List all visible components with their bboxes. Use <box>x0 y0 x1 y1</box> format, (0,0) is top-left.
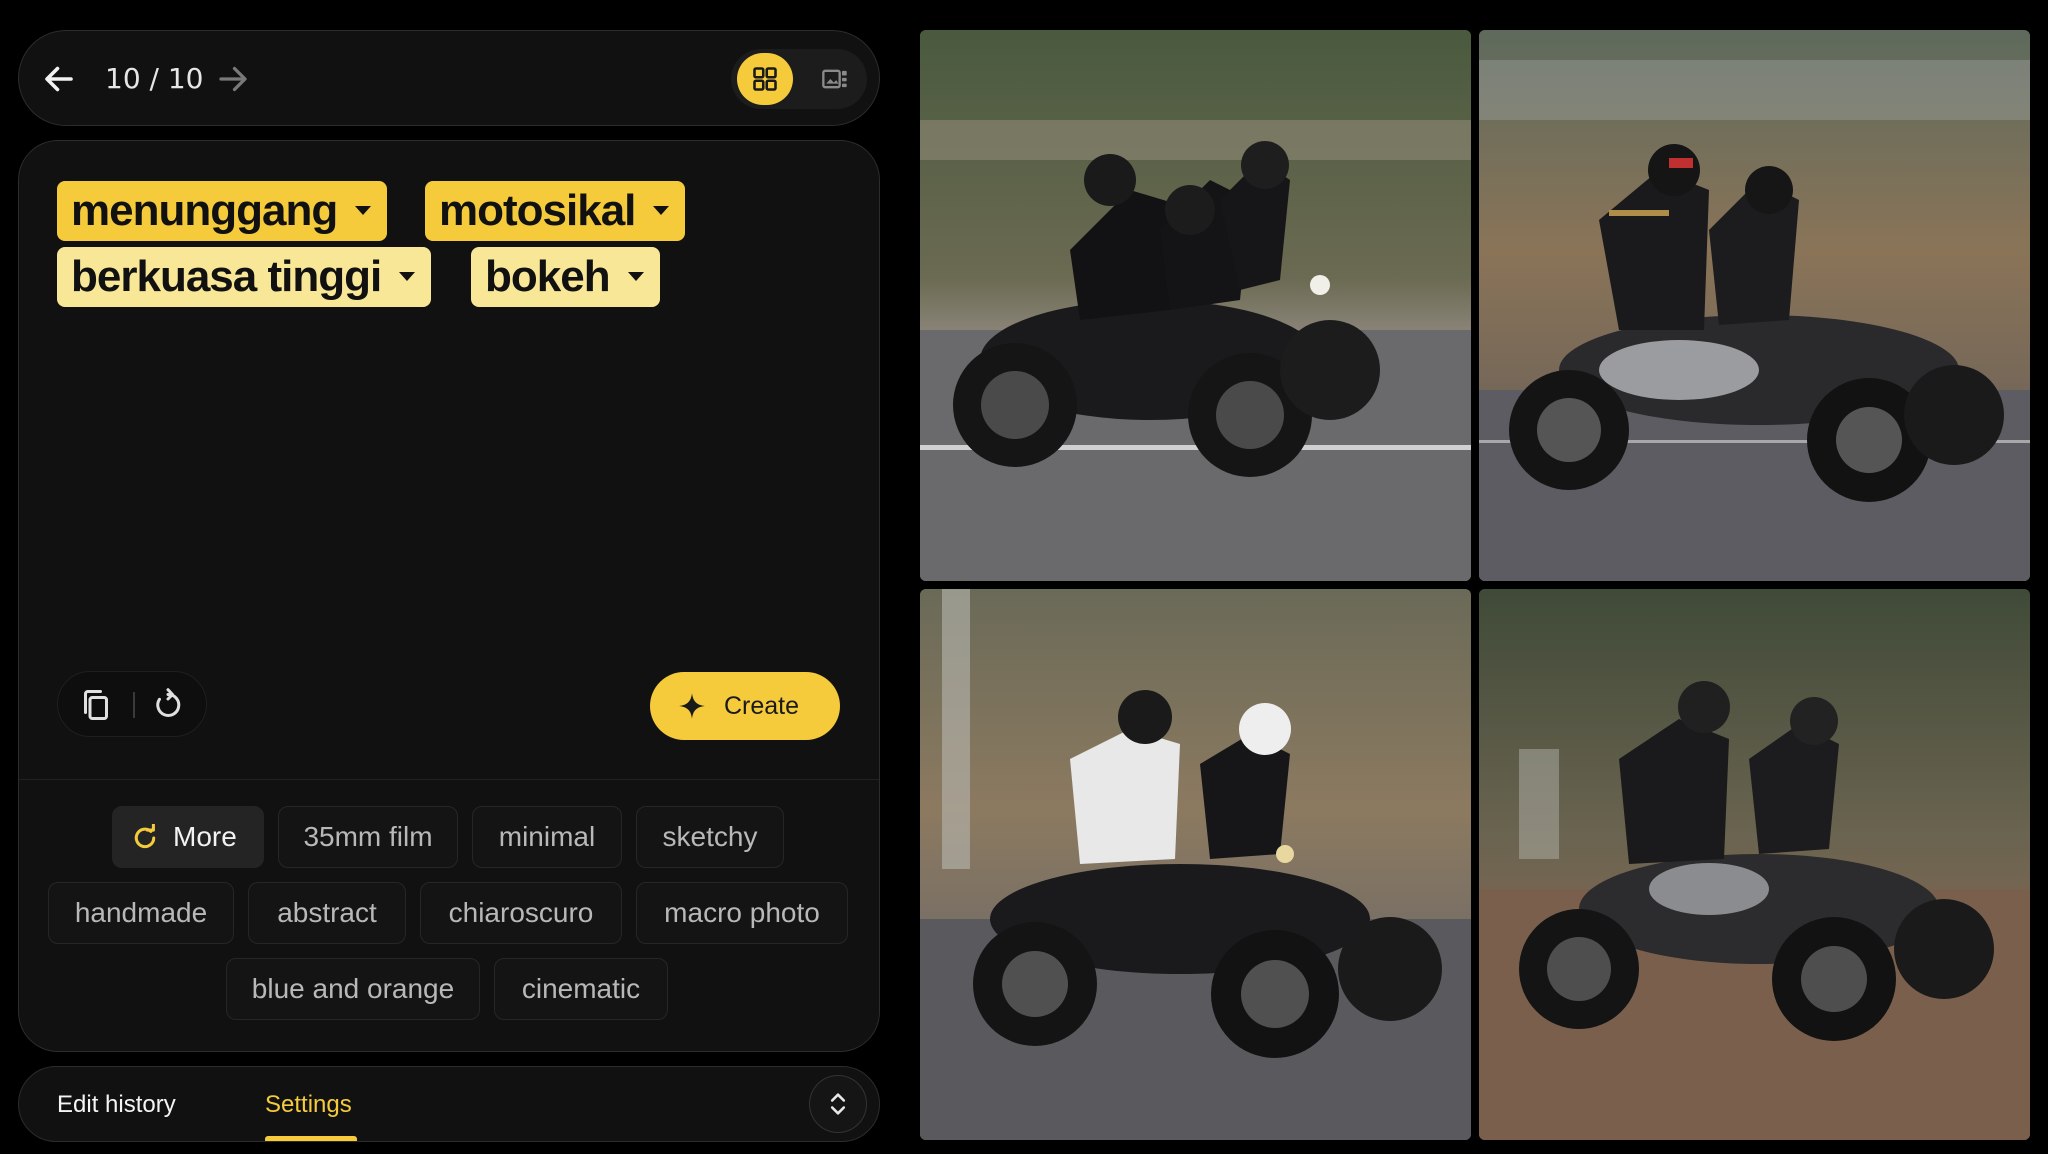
suggestion-chip[interactable]: sketchy <box>636 806 784 868</box>
prompt-chip-text: bokeh <box>485 252 611 301</box>
view-toggle <box>731 49 867 109</box>
prompt-chip[interactable]: bokeh <box>471 247 660 307</box>
copy-icon <box>84 690 108 720</box>
bottom-tabs: Edit history Settings <box>18 1066 880 1142</box>
arrow-right-icon <box>219 66 247 92</box>
chevron-down-icon <box>399 272 416 281</box>
motorcycle-photo <box>1479 589 2030 1140</box>
create-button[interactable]: Create <box>650 672 840 740</box>
generated-image-4[interactable] <box>1479 589 2030 1140</box>
expand-panel-button[interactable] <box>809 1075 867 1133</box>
prompt-chip[interactable]: motosikal <box>425 181 686 241</box>
prompt-chip-text: motosikal <box>439 186 636 235</box>
suggestion-chip[interactable]: chiaroscuro <box>420 882 622 944</box>
suggestion-chip[interactable]: blue and orange <box>226 958 480 1020</box>
generated-image-1[interactable] <box>920 30 1471 581</box>
single-view-icon <box>822 69 847 89</box>
suggestion-chip[interactable]: 35mm film <box>278 806 458 868</box>
unfold-icon <box>830 1093 846 1115</box>
prompt-chip[interactable]: menunggang <box>57 181 388 241</box>
arrow-left-icon <box>45 66 73 92</box>
grid-view-icon <box>753 67 777 91</box>
tab-settings[interactable]: Settings <box>265 1067 352 1141</box>
create-button-label: Create <box>724 692 800 720</box>
prompt-card: menunggang motosikal berkuasa tinggi bok… <box>18 140 880 1052</box>
motorcycle-photo <box>920 30 1471 581</box>
suggestion-chip[interactable]: macro photo <box>636 882 848 944</box>
image-results-grid <box>920 30 2030 1140</box>
generated-image-2[interactable] <box>1479 30 2030 581</box>
suggestion-chip[interactable]: abstract <box>248 882 406 944</box>
chevron-down-icon <box>627 272 644 281</box>
section-divider <box>19 779 879 780</box>
previous-button[interactable] <box>41 61 77 97</box>
suggestion-chip[interactable]: minimal <box>472 806 622 868</box>
prompt-tools <box>57 671 207 737</box>
tab-edit-history[interactable]: Edit history <box>57 1067 176 1141</box>
suggestion-chip[interactable]: cinematic <box>494 958 668 1020</box>
reset-icon <box>156 688 181 717</box>
refresh-icon <box>134 824 156 849</box>
chevron-down-icon <box>653 206 670 215</box>
motorcycle-photo <box>920 589 1471 1140</box>
image-counter: 10 / 10 <box>105 62 204 95</box>
more-suggestions-label: More <box>173 821 237 852</box>
more-suggestions-button[interactable]: More <box>112 806 264 868</box>
sparkle-icon <box>679 693 705 719</box>
reset-button[interactable] <box>150 687 186 723</box>
copy-button[interactable] <box>78 687 114 723</box>
generated-image-3[interactable] <box>920 589 1471 1140</box>
tool-divider <box>133 692 135 718</box>
next-button[interactable] <box>215 61 251 97</box>
prompt-chip[interactable]: berkuasa tinggi <box>57 247 432 307</box>
suggestion-chip[interactable]: handmade <box>48 882 234 944</box>
active-tab-indicator <box>265 1136 357 1141</box>
navigation-bar: 10 / 10 <box>18 30 880 126</box>
prompt-chip-text: menunggang <box>71 186 338 235</box>
grid-view-button[interactable] <box>737 53 793 105</box>
chevron-down-icon <box>355 206 372 215</box>
motorcycle-photo <box>1479 30 2030 581</box>
prompt-chip-text: berkuasa tinggi <box>71 252 382 301</box>
single-view-button[interactable] <box>807 53 863 105</box>
